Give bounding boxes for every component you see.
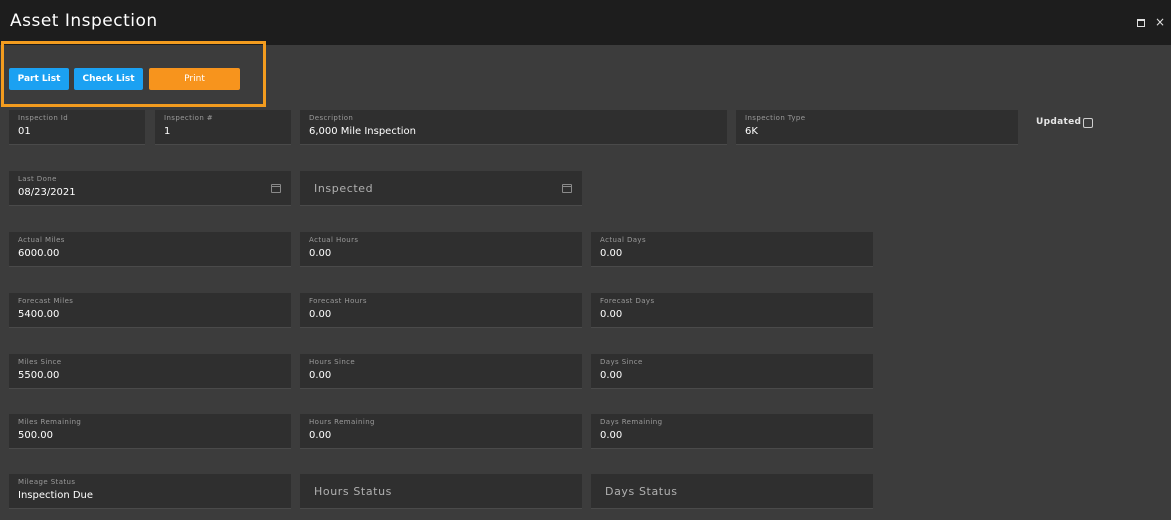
mileage-status-label: Mileage Status xyxy=(18,478,76,486)
days-remaining-label: Days Remaining xyxy=(600,418,663,426)
forecast-hours-label: Forecast Hours xyxy=(309,297,367,305)
forecast-miles-value: 5400.00 xyxy=(18,309,60,320)
last-done-field[interactable]: Last Done 08/23/2021 xyxy=(9,171,291,206)
actual-miles-field[interactable]: Actual Miles 6000.00 xyxy=(9,232,291,267)
inspection-number-label: Inspection # xyxy=(164,114,214,122)
actual-miles-label: Actual Miles xyxy=(18,236,65,244)
updated-label: Updated xyxy=(1036,117,1082,127)
actual-hours-field[interactable]: Actual Hours 0.00 xyxy=(300,232,582,267)
forecast-days-field[interactable]: Forecast Days 0.00 xyxy=(591,293,873,328)
hours-remaining-field[interactable]: Hours Remaining 0.00 xyxy=(300,414,582,449)
miles-since-label: Miles Since xyxy=(18,358,62,366)
actual-miles-value: 6000.00 xyxy=(18,248,60,259)
actual-hours-value: 0.00 xyxy=(309,248,332,259)
inspection-number-field[interactable]: Inspection # 1 xyxy=(155,110,291,145)
forecast-days-value: 0.00 xyxy=(600,309,623,320)
inspection-type-value: 6K xyxy=(745,126,758,137)
forecast-days-label: Forecast Days xyxy=(600,297,655,305)
inspection-id-value: 01 xyxy=(18,126,31,137)
window-title: Asset Inspection xyxy=(10,11,158,31)
description-value: 6,000 Mile Inspection xyxy=(309,126,416,137)
hours-since-field[interactable]: Hours Since 0.00 xyxy=(300,354,582,389)
miles-remaining-value: 500.00 xyxy=(18,430,53,441)
description-field[interactable]: Description 6,000 Mile Inspection xyxy=(300,110,727,145)
inspection-type-label: Inspection Type xyxy=(745,114,806,122)
days-status-field[interactable]: Days Status xyxy=(591,474,873,509)
inspected-placeholder: Inspected xyxy=(314,182,374,195)
description-label: Description xyxy=(309,114,354,122)
check-list-button[interactable]: Check List xyxy=(74,68,143,90)
last-done-value: 08/23/2021 xyxy=(18,187,76,198)
maximize-icon[interactable] xyxy=(1137,19,1145,27)
part-list-button[interactable]: Part List xyxy=(9,68,69,90)
inspection-type-field[interactable]: Inspection Type 6K xyxy=(736,110,1018,145)
inspected-field[interactable]: Inspected xyxy=(300,171,582,206)
print-button[interactable]: Print xyxy=(149,68,240,90)
mileage-status-field[interactable]: Mileage Status Inspection Due xyxy=(9,474,291,509)
days-remaining-field[interactable]: Days Remaining 0.00 xyxy=(591,414,873,449)
hours-remaining-label: Hours Remaining xyxy=(309,418,375,426)
days-since-field[interactable]: Days Since 0.00 xyxy=(591,354,873,389)
miles-since-value: 5500.00 xyxy=(18,370,60,381)
last-done-label: Last Done xyxy=(18,175,57,183)
inspection-id-field[interactable]: Inspection Id 01 xyxy=(9,110,145,145)
forecast-miles-field[interactable]: Forecast Miles 5400.00 xyxy=(9,293,291,328)
forecast-miles-label: Forecast Miles xyxy=(18,297,74,305)
hours-status-placeholder: Hours Status xyxy=(314,485,392,498)
actual-days-label: Actual Days xyxy=(600,236,647,244)
forecast-hours-value: 0.00 xyxy=(309,309,332,320)
close-icon[interactable]: × xyxy=(1155,15,1165,29)
calendar-icon[interactable] xyxy=(562,184,572,193)
calendar-icon[interactable] xyxy=(271,184,281,193)
hours-status-field[interactable]: Hours Status xyxy=(300,474,582,509)
miles-remaining-field[interactable]: Miles Remaining 500.00 xyxy=(9,414,291,449)
inspection-number-value: 1 xyxy=(164,126,171,137)
actual-days-value: 0.00 xyxy=(600,248,623,259)
title-bar: Asset Inspection × xyxy=(0,0,1171,45)
days-since-value: 0.00 xyxy=(600,370,623,381)
hours-remaining-value: 0.00 xyxy=(309,430,332,441)
inspection-id-label: Inspection Id xyxy=(18,114,69,122)
actual-hours-label: Actual Hours xyxy=(309,236,359,244)
hours-since-value: 0.00 xyxy=(309,370,332,381)
updated-checkbox[interactable] xyxy=(1083,118,1093,128)
days-status-placeholder: Days Status xyxy=(605,485,678,498)
hours-since-label: Hours Since xyxy=(309,358,356,366)
days-remaining-value: 0.00 xyxy=(600,430,623,441)
miles-remaining-label: Miles Remaining xyxy=(18,418,82,426)
days-since-label: Days Since xyxy=(600,358,643,366)
forecast-hours-field[interactable]: Forecast Hours 0.00 xyxy=(300,293,582,328)
actual-days-field[interactable]: Actual Days 0.00 xyxy=(591,232,873,267)
miles-since-field[interactable]: Miles Since 5500.00 xyxy=(9,354,291,389)
mileage-status-value: Inspection Due xyxy=(18,490,94,501)
